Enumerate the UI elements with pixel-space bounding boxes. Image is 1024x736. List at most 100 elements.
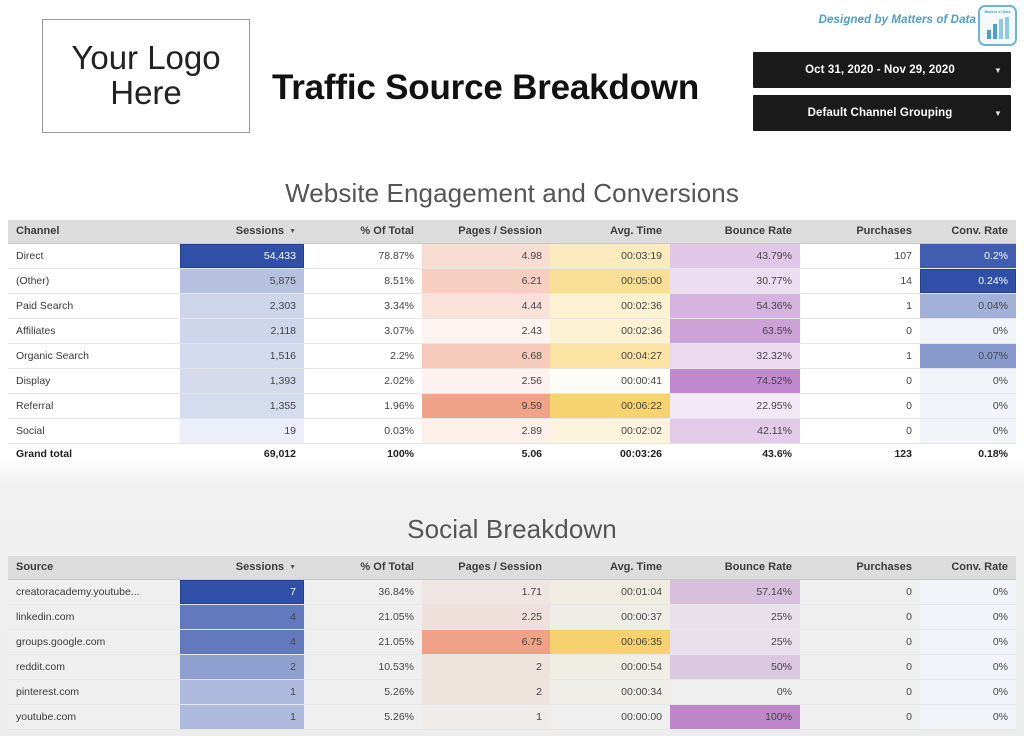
grand-total-5: 43.6% — [762, 448, 792, 461]
logo-placeholder: Your Logo Here — [42, 19, 250, 133]
column-header-conv-rate[interactable]: Conv. Rate — [920, 220, 1016, 244]
column-header-bounce-rate[interactable]: Bounce Rate — [670, 556, 800, 580]
column-header-bounce-rate[interactable]: Bounce Rate — [670, 220, 800, 244]
cell-name: (Other) — [8, 268, 180, 294]
cell-conv-rate: 0% — [920, 393, 1016, 419]
cell-purchases: 0 — [800, 418, 920, 444]
cell-conv-rate: 0% — [920, 604, 1016, 630]
cell-name: groups.google.com — [8, 629, 180, 655]
cell-pct-of-total: 10.53% — [304, 654, 422, 680]
matters-of-data-logo-icon: Matters of Data — [978, 5, 1017, 46]
column-header-purchases[interactable]: Purchases — [800, 556, 920, 580]
column-header-pages-per-session[interactable]: Pages / Session — [422, 220, 550, 244]
cell-conv-rate: 0% — [920, 679, 1016, 705]
cell-purchases: 1 — [800, 343, 920, 369]
cell-avg-time: 00:00:37 — [550, 604, 670, 630]
grand-total-1: 69,012 — [263, 448, 296, 461]
column-header-avg-time[interactable]: Avg. Time — [550, 556, 670, 580]
grand-total-row: Grand total 69,012 100% 5.06 00:03:26 43.6% 12… — [8, 443, 1016, 465]
cell-pct-of-total: 21.05% — [304, 604, 422, 630]
sort-descending-icon: ▼ — [289, 563, 296, 571]
cell-pages-per-session: 2.25 — [422, 604, 550, 630]
table-row[interactable]: pinterest.com 1 5.26% 2 00:00:34 0% 0 0% — [8, 679, 1016, 705]
table-row[interactable]: groups.google.com 4 21.05% 6.75 00:06:35 25% 0… — [8, 629, 1016, 655]
cell-sessions: 2,118 — [180, 318, 304, 344]
cell-sessions: 2 — [180, 654, 304, 680]
column-header-pages-per-session[interactable]: Pages / Session — [422, 556, 550, 580]
cell-bounce-rate: 42.11% — [670, 418, 800, 444]
channel-grouping-selector[interactable]: Default Channel Grouping ▼ — [753, 95, 1011, 131]
column-header-conv-rate[interactable]: Conv. Rate — [920, 556, 1016, 580]
cell-name: Social — [8, 418, 180, 444]
cell-pages-per-session: 2.89 — [422, 418, 550, 444]
cell-pct-of-total: 0.03% — [304, 418, 422, 444]
column-header-pct-of-total[interactable]: % Of Total — [304, 220, 422, 244]
table-row[interactable]: Paid Search 2,303 3.34% 4.44 00:02:36 54.36% 1… — [8, 293, 1016, 319]
cell-purchases: 0 — [800, 604, 920, 630]
logo-line-1: Your Logo — [71, 39, 221, 77]
chevron-down-icon: ▼ — [994, 65, 1002, 75]
cell-conv-rate: 0.04% — [920, 293, 1016, 319]
table-row[interactable]: Direct 54,433 78.87% 4.98 00:03:19 43.79% 107 0… — [8, 243, 1016, 269]
cell-conv-rate: 0.24% — [920, 268, 1016, 294]
column-header-source[interactable]: Source — [8, 556, 180, 580]
cell-sessions: 1 — [180, 679, 304, 705]
table-row[interactable]: youtube.com 1 5.26% 1 00:00:00 100% 0 0% — [8, 704, 1016, 730]
cell-name: linkedin.com — [8, 604, 180, 630]
table-row[interactable]: creatoracademy.youtube... 7 36.84% 1.71 00:0… — [8, 579, 1016, 605]
table-row[interactable]: Display 1,393 2.02% 2.56 00:00:41 74.52% 0 0% — [8, 368, 1016, 394]
table-header-row: Channel Sessions ▼ % Of Total Pages / Ses… — [8, 220, 1016, 244]
designer-credit: Designed by Matters of Data — [818, 14, 976, 26]
cell-pct-of-total: 2.2% — [304, 343, 422, 369]
cell-purchases: 1 — [800, 293, 920, 319]
grand-total-7: 0.18% — [978, 448, 1008, 461]
column-header-sessions-label: Sessions — [235, 561, 285, 574]
cell-conv-rate: 0% — [920, 629, 1016, 655]
cell-sessions: 4 — [180, 604, 304, 630]
cell-pages-per-session: 4.98 — [422, 243, 550, 269]
cell-conv-rate: 0.2% — [920, 243, 1016, 269]
cell-pct-of-total: 5.26% — [304, 679, 422, 705]
social-table: Source Sessions ▼ % Of Total Pages / Sess… — [8, 556, 1016, 730]
cell-bounce-rate: 43.79% — [670, 243, 800, 269]
cell-sessions: 19 — [180, 418, 304, 444]
date-range-label: Oct 31, 2020 - Nov 29, 2020 — [805, 64, 955, 76]
cell-sessions: 1,516 — [180, 343, 304, 369]
cell-bounce-rate: 100% — [670, 704, 800, 730]
table-row[interactable]: Affiliates 2,118 3.07% 2.43 00:02:36 63.5% 0 0% — [8, 318, 1016, 344]
cell-sessions: 1 — [180, 704, 304, 730]
cell-bounce-rate: 57.14% — [670, 579, 800, 605]
column-header-purchases[interactable]: Purchases — [800, 220, 920, 244]
cell-avg-time: 00:02:36 — [550, 293, 670, 319]
table-row[interactable]: linkedin.com 4 21.05% 2.25 00:00:37 25% 0 0% — [8, 604, 1016, 630]
column-header-sessions[interactable]: Sessions ▼ — [180, 556, 304, 580]
cell-pages-per-session: 2 — [422, 679, 550, 705]
cell-avg-time: 00:00:00 — [550, 704, 670, 730]
grand-total-6: 123 — [894, 448, 912, 461]
cell-name: reddit.com — [8, 654, 180, 680]
column-header-channel[interactable]: Channel — [8, 220, 180, 244]
cell-name: youtube.com — [8, 704, 180, 730]
table-row[interactable]: Organic Search 1,516 2.2% 6.68 00:04:27 32.32… — [8, 343, 1016, 369]
column-header-avg-time[interactable]: Avg. Time — [550, 220, 670, 244]
cell-name: Organic Search — [8, 343, 180, 369]
date-range-selector[interactable]: Oct 31, 2020 - Nov 29, 2020 ▼ — [753, 52, 1011, 88]
cell-conv-rate: 0% — [920, 418, 1016, 444]
cell-purchases: 14 — [800, 268, 920, 294]
cell-purchases: 0 — [800, 393, 920, 419]
table-row[interactable]: reddit.com 2 10.53% 2 00:00:54 50% 0 0% — [8, 654, 1016, 680]
column-header-sessions[interactable]: Sessions ▼ — [180, 220, 304, 244]
cell-avg-time: 00:02:02 — [550, 418, 670, 444]
column-header-pct-of-total[interactable]: % Of Total — [304, 556, 422, 580]
cell-name: Affiliates — [8, 318, 180, 344]
cell-purchases: 0 — [800, 368, 920, 394]
cell-avg-time: 00:06:22 — [550, 393, 670, 419]
cell-name: creatoracademy.youtube... — [8, 579, 180, 605]
table-row[interactable]: Referral 1,355 1.96% 9.59 00:06:22 22.95% 0 0% — [8, 393, 1016, 419]
cell-avg-time: 00:05:00 — [550, 268, 670, 294]
table-row[interactable]: Social 19 0.03% 2.89 00:02:02 42.11% 0 0% — [8, 418, 1016, 444]
table-row[interactable]: (Other) 5,875 8.51% 6.21 00:05:00 30.77% 14 0.2… — [8, 268, 1016, 294]
cell-bounce-rate: 30.77% — [670, 268, 800, 294]
cell-name: Direct — [8, 243, 180, 269]
cell-purchases: 107 — [800, 243, 920, 269]
